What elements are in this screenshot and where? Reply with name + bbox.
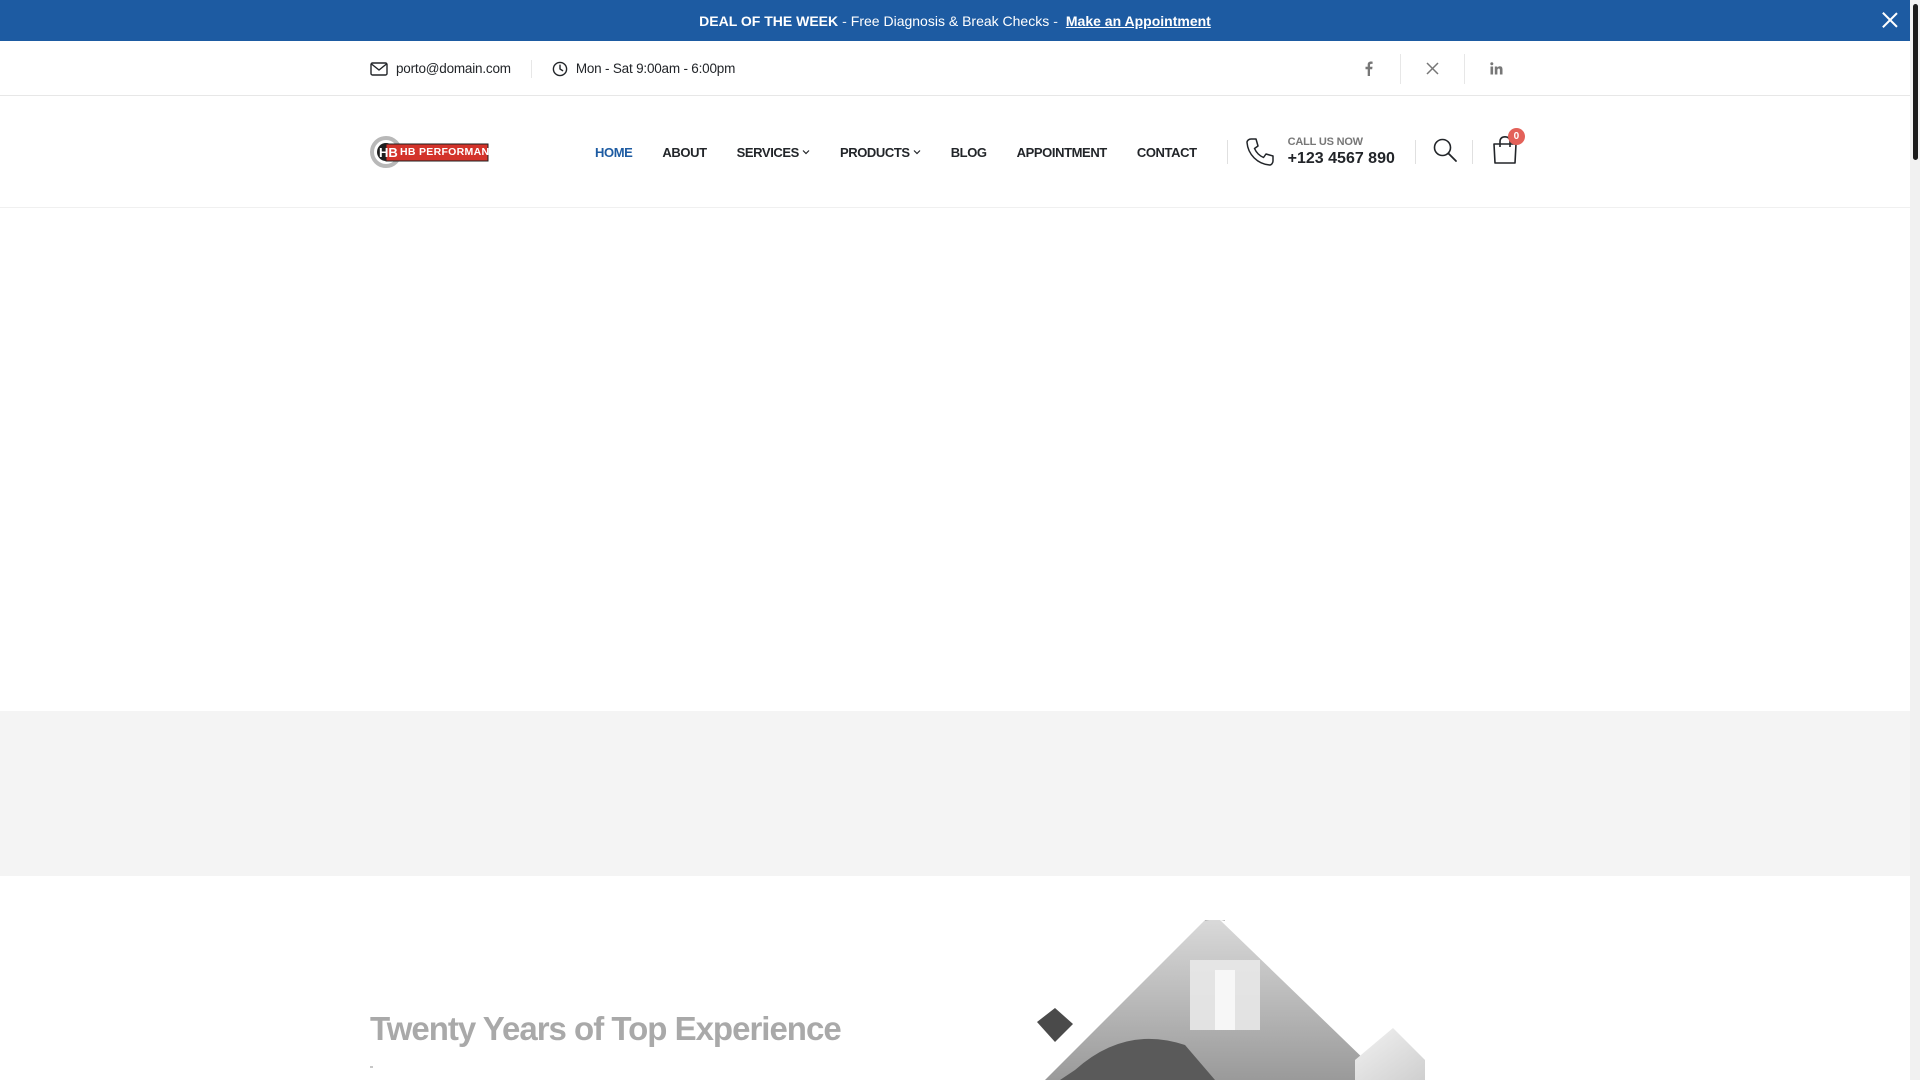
linkedin-icon[interactable] <box>1465 54 1528 84</box>
svg-text:HB: HB <box>379 145 398 160</box>
search-button[interactable] <box>1432 137 1458 168</box>
header-divider <box>1226 140 1228 164</box>
call-us-block[interactable]: CALL US NOW +123 4567 890 <box>1244 136 1395 168</box>
nav-item-services[interactable]: SERVICES <box>737 145 810 160</box>
x-twitter-icon[interactable] <box>1401 54 1464 84</box>
header-divider <box>1471 140 1473 164</box>
promo-separator: - <box>842 12 847 29</box>
main-header: HB HB PERFORMANCE HOME ABOUT SERVICES PR… <box>0 96 1910 208</box>
top-info-bar: porto@domain.com Mon - Sat 9:00am - 6:00… <box>0 41 1910 96</box>
email-info[interactable]: porto@domain.com <box>370 61 511 76</box>
site-logo[interactable]: HB HB PERFORMANCE <box>370 132 504 172</box>
nav-label: BLOG <box>950 144 987 160</box>
cart-count-badge: 0 <box>1507 127 1525 145</box>
promo-appointment-link[interactable]: Make an Appointment <box>1066 13 1211 29</box>
header-divider <box>1414 140 1416 164</box>
workshop-image <box>1037 920 1425 1080</box>
info-divider <box>530 59 532 78</box>
clock-icon <box>552 61 568 76</box>
promo-separator: - <box>1053 12 1058 29</box>
nav-item-home[interactable]: HOME <box>595 144 633 160</box>
promo-strong-text: DEAL OF THE WEEK <box>699 12 839 29</box>
gray-band-section <box>0 711 1910 876</box>
hours-info: Mon - Sat 9:00am - 6:00pm <box>552 61 735 77</box>
about-title: Twenty Years of Top Experience <box>370 1010 842 1047</box>
hours-text: Mon - Sat 9:00am - 6:00pm <box>575 61 736 76</box>
envelope-icon <box>370 61 388 76</box>
nav-item-about[interactable]: ABOUT <box>662 144 707 160</box>
facebook-icon[interactable] <box>1337 54 1400 84</box>
nav-item-blog[interactable]: BLOG <box>951 145 987 160</box>
nav-label: ABOUT <box>662 144 707 160</box>
nav-label: SERVICES <box>736 144 800 160</box>
chevron-down-icon <box>802 150 810 155</box>
scrollbar-thumb[interactable] <box>1913 4 1918 160</box>
nav-label: HOME <box>595 144 633 160</box>
call-us-label: CALL US NOW <box>1287 136 1363 148</box>
title-underline <box>370 1066 373 1068</box>
about-image-collage <box>1015 920 1475 1080</box>
nav-item-products[interactable]: PRODUCTS <box>840 145 921 160</box>
email-text: porto@domain.com <box>396 61 511 76</box>
logo-text: HB PERFORMANCE <box>400 146 505 158</box>
nav-label: APPOINTMENT <box>1016 144 1108 160</box>
promo-bar: DEAL OF THE WEEK - Free Diagnosis & Brea… <box>0 0 1910 41</box>
phone-icon <box>1245 138 1274 166</box>
scrollbar-track[interactable] <box>1910 0 1920 1080</box>
nav-item-appointment[interactable]: APPOINTMENT <box>1016 144 1108 160</box>
hero-section <box>0 208 1910 711</box>
nav-label: PRODUCTS <box>839 144 910 160</box>
search-icon <box>1433 138 1457 162</box>
chevron-down-icon <box>913 150 921 155</box>
main-nav: HOME ABOUT SERVICES PRODUCTS BLOG APPOIN… <box>595 145 1227 160</box>
cart-button[interactable]: 0 <box>1491 127 1525 170</box>
promo-text: Free Diagnosis & Break Checks <box>850 12 1050 29</box>
close-icon[interactable] <box>1880 10 1900 30</box>
nav-label: CONTACT <box>1136 144 1197 160</box>
phone-number: +123 4567 890 <box>1287 150 1395 167</box>
nav-item-contact[interactable]: CONTACT <box>1137 145 1197 160</box>
social-links <box>1337 53 1528 84</box>
